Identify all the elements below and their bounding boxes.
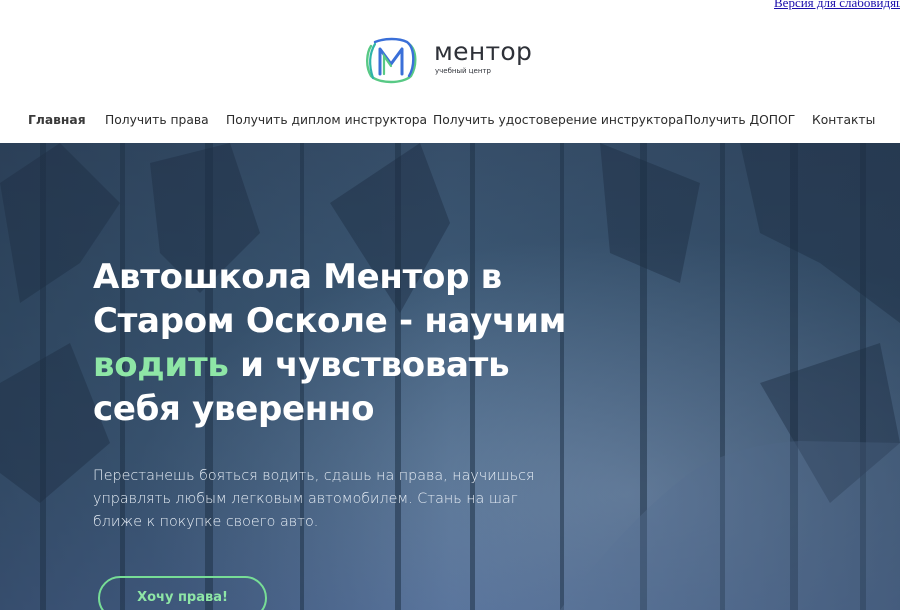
- hero-section: Автошкола Ментор в Старом Осколе - научи…: [0, 143, 900, 610]
- nav-item-instructor-certificate[interactable]: Получить удостоверение инструктора: [433, 110, 683, 130]
- nav-item-contacts[interactable]: Контакты: [812, 110, 875, 130]
- hero-title-accent: водить: [93, 345, 229, 385]
- main-navigation: Главная Получить права Получить диплом и…: [0, 110, 900, 132]
- hero-description: Перестанешь бояться водить, сдашь на пра…: [93, 468, 535, 530]
- hero-title-line-3: и чувствовать: [228, 345, 510, 385]
- m-monogram-icon: [366, 37, 417, 84]
- hero-title-line-4: себя уверенно: [93, 389, 375, 429]
- nav-item-instructor-diploma[interactable]: Получить диплом инструктора: [226, 110, 427, 130]
- nav-item-get-license[interactable]: Получить права: [105, 110, 209, 130]
- hero-title-line-1: Автошкола Ментор в: [93, 257, 502, 297]
- accessibility-version-link[interactable]: Версия для слабовидящих: [774, 0, 900, 11]
- logo-name: ментор: [434, 37, 533, 66]
- nav-item-dopog[interactable]: Получить ДОПОГ: [684, 110, 795, 130]
- logo[interactable]: ментор учебный центр: [363, 36, 543, 86]
- want-license-button[interactable]: Хочу права!: [98, 576, 267, 610]
- hero-title: Автошкола Ментор в Старом Осколе - научи…: [93, 255, 613, 431]
- nav-item-home[interactable]: Главная: [28, 110, 86, 130]
- logo-subtitle: учебный центр: [435, 67, 491, 75]
- hero-title-line-2: Старом Осколе - научим: [93, 301, 567, 341]
